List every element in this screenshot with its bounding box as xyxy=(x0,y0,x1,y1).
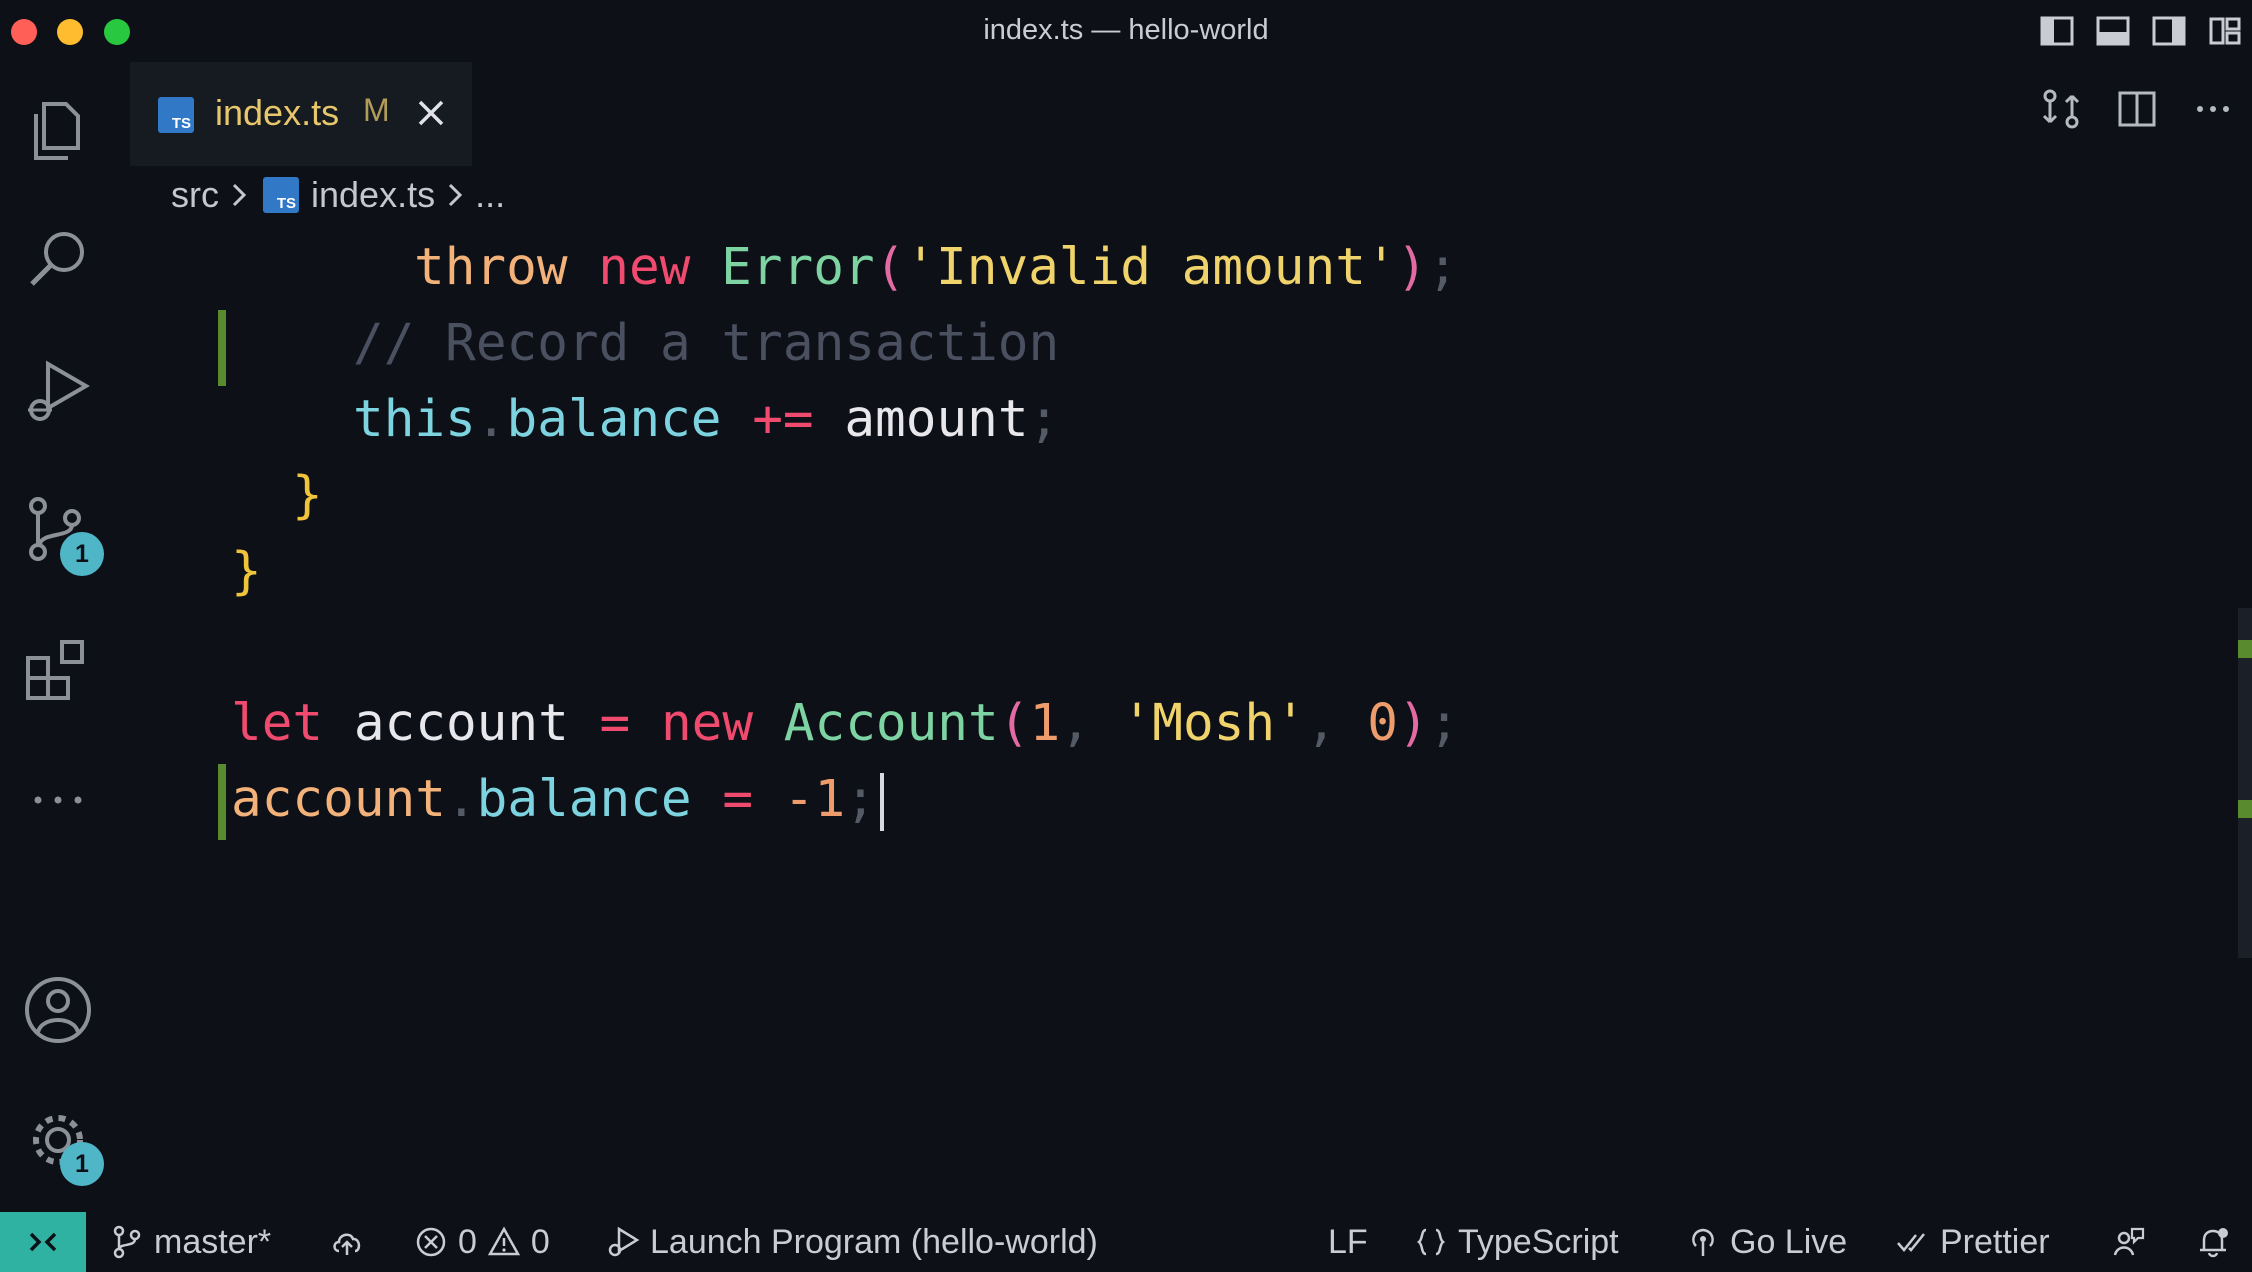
code-line-3: this.balance += amount; xyxy=(353,390,1060,449)
chevron-right-icon xyxy=(441,177,469,213)
branch-name: master* xyxy=(154,1222,272,1261)
error-icon xyxy=(414,1225,448,1259)
sync-button[interactable] xyxy=(330,1212,364,1272)
explorer-icon[interactable] xyxy=(20,92,96,168)
feedback-button[interactable] xyxy=(2112,1212,2146,1272)
breadcrumb-file[interactable]: index.ts xyxy=(311,174,435,216)
breadcrumb-folder[interactable]: src xyxy=(171,174,219,216)
feedback-person-icon xyxy=(2112,1225,2146,1259)
code-line-8: account.balance = -1; xyxy=(231,762,884,838)
notifications-button[interactable] xyxy=(2196,1212,2230,1272)
warning-icon xyxy=(487,1225,521,1259)
debug-launch-icon xyxy=(606,1225,640,1259)
manage-badge: 1 xyxy=(60,1142,104,1186)
manage-gear-icon[interactable]: 1 xyxy=(20,1102,104,1186)
tab-modified-marker: M xyxy=(363,92,390,128)
problems-indicator[interactable]: 0 0 xyxy=(414,1212,550,1272)
overview-ruler-change-marker xyxy=(2238,800,2252,818)
typescript-file-icon xyxy=(158,97,194,133)
go-live-label: Go Live xyxy=(1730,1222,1848,1261)
breadcrumb: src index.ts ... xyxy=(171,170,505,220)
chevron-right-icon xyxy=(225,177,253,213)
eol-label: LF xyxy=(1328,1222,1368,1261)
split-editor-icon[interactable] xyxy=(2116,88,2158,130)
code-line-2: // Record a transaction xyxy=(353,314,1060,373)
code-editor[interactable]: throw new Error('Invalid amount'); // Re… xyxy=(0,230,2230,870)
code-line-7: let account = new Account(1, 'Mosh', 0); xyxy=(231,694,1460,753)
overview-ruler-change-marker xyxy=(2238,640,2252,658)
open-changes-icon[interactable] xyxy=(2040,88,2082,130)
close-icon[interactable] xyxy=(414,96,448,130)
language-mode-indicator[interactable]: TypeScript xyxy=(1414,1212,1619,1272)
broadcast-icon xyxy=(1686,1225,1720,1259)
prettier-button[interactable]: Prettier xyxy=(1896,1212,2050,1272)
editor-tab-index-ts[interactable]: index.ts M xyxy=(130,62,472,166)
text-cursor xyxy=(879,773,884,831)
code-line-4: } xyxy=(292,466,323,525)
title-bar: index.ts — hello-world xyxy=(0,0,2252,62)
launch-program-button[interactable]: Launch Program (hello-world) xyxy=(606,1212,1098,1272)
eol-indicator[interactable]: LF xyxy=(1328,1212,1368,1272)
window-title: index.ts — hello-world xyxy=(983,14,1269,46)
language-label: TypeScript xyxy=(1458,1222,1619,1261)
git-added-marker xyxy=(218,764,226,840)
customize-layout-icon[interactable] xyxy=(2208,14,2242,48)
error-count: 0 xyxy=(458,1222,477,1261)
git-added-marker xyxy=(218,310,226,386)
warning-count: 0 xyxy=(530,1222,550,1261)
remote-indicator-icon[interactable] xyxy=(0,1212,86,1272)
toggle-panel-icon[interactable] xyxy=(2096,14,2130,48)
git-branch-icon xyxy=(110,1225,144,1259)
code-line-1: throw new Error('Invalid amount'); xyxy=(414,238,1459,297)
more-actions-icon[interactable] xyxy=(2192,88,2234,130)
editor-actions xyxy=(2040,88,2234,130)
tab-label: index.ts xyxy=(215,92,340,133)
branch-indicator[interactable]: master* xyxy=(110,1212,271,1272)
prettier-label: Prettier xyxy=(1940,1222,2050,1261)
code-line-5: } xyxy=(231,542,262,601)
accounts-icon[interactable] xyxy=(20,972,96,1048)
bell-icon xyxy=(2196,1225,2230,1259)
typescript-file-icon xyxy=(263,177,299,213)
status-bar: master* 0 0 Launch Program (hello-world)… xyxy=(0,1212,2252,1272)
breadcrumb-symbol[interactable]: ... xyxy=(475,174,505,216)
cloud-upload-icon xyxy=(330,1225,364,1259)
layout-controls xyxy=(2040,14,2242,48)
go-live-button[interactable]: Go Live xyxy=(1686,1212,1847,1272)
braces-icon xyxy=(1414,1225,1448,1259)
editor-scrollbar[interactable] xyxy=(2238,608,2252,958)
toggle-primary-sidebar-icon[interactable] xyxy=(2040,14,2074,48)
launch-program-label: Launch Program (hello-world) xyxy=(650,1222,1098,1261)
double-check-icon xyxy=(1896,1225,1930,1259)
toggle-secondary-sidebar-icon[interactable] xyxy=(2152,14,2186,48)
